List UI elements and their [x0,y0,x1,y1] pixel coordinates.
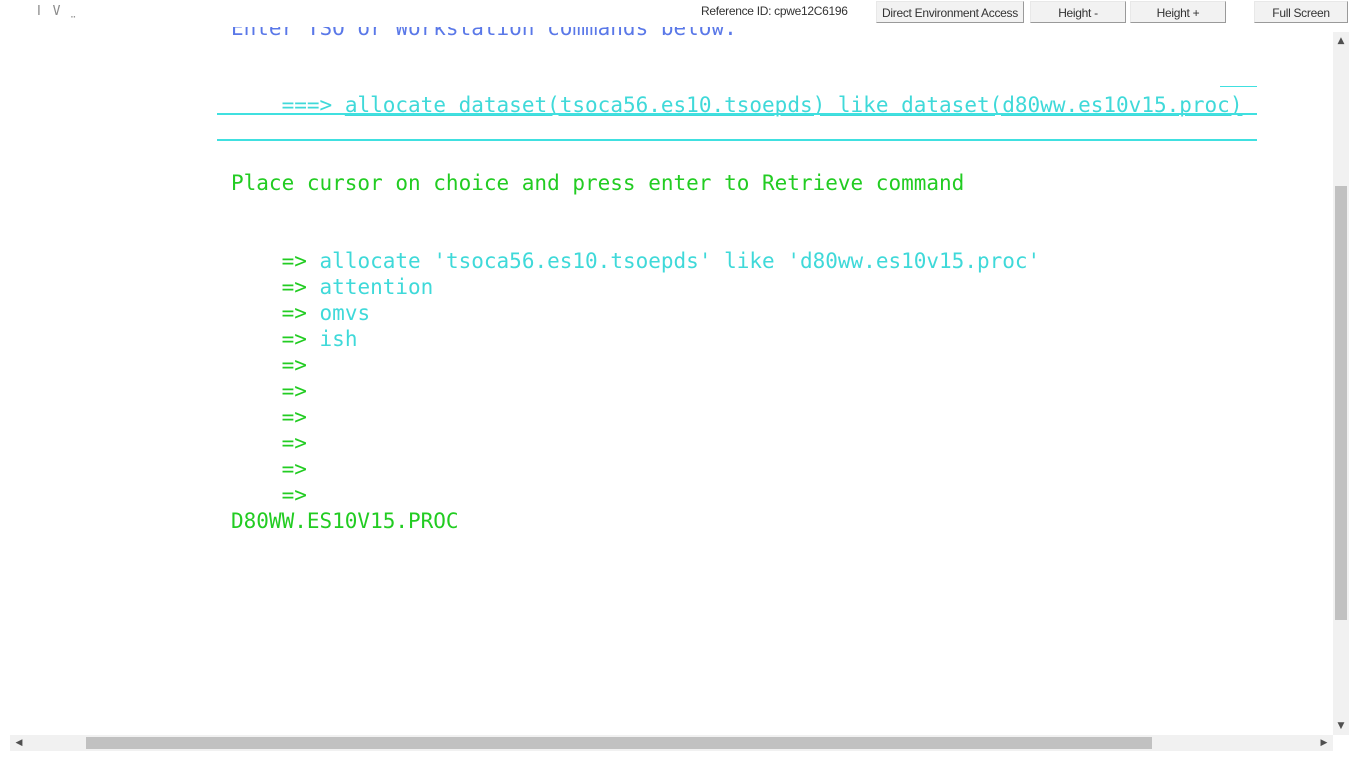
vertical-scrollbar[interactable]: ▲ ▼ [1333,32,1349,735]
history-row[interactable]: => [231,430,320,481]
app-logo: ǀ V ̤ [35,4,71,19]
command-line[interactable]: ===> allocate dataset(tsoca56.es10.tsoep… [231,66,1243,117]
height-decrease-button[interactable]: Height - [1030,1,1126,23]
command-field-underline [1220,86,1257,87]
reference-id-label: Reference ID: cpwe12C6196 [701,4,848,18]
terminal-screen[interactable]: Enter TSO or Workstation commands below:… [10,27,1333,735]
scroll-right-icon[interactable]: ▶ [1317,735,1331,751]
history-row[interactable]: => [231,404,320,455]
history-row[interactable]: => [231,456,320,507]
height-increase-button[interactable]: Height + [1130,1,1226,23]
history-row[interactable]: => allocate 'tsoca56.es10.tsoepds' like … [231,222,1041,273]
scroll-down-icon[interactable]: ▼ [1333,719,1349,733]
full-screen-button[interactable]: Full Screen [1254,1,1348,23]
partial-header-line: Enter TSO or Workstation commands below: [231,27,737,40]
divider-line [217,113,1257,115]
top-toolbar: ǀ V ̤ Reference ID: cpwe12C6196 Direct E… [0,0,1349,27]
scroll-up-icon[interactable]: ▲ [1333,34,1349,48]
vertical-scroll-thumb[interactable] [1335,186,1347,620]
history-row[interactable]: => ish [231,300,358,351]
direct-environment-access-button[interactable]: Direct Environment Access [876,1,1024,23]
history-row[interactable]: => omvs [231,274,371,325]
horizontal-scroll-thumb[interactable] [86,737,1152,749]
horizontal-scrollbar[interactable]: ◀ ▶ [10,735,1333,751]
scroll-left-icon[interactable]: ◀ [12,735,26,751]
history-row[interactable]: => [231,352,320,403]
history-prompt: => [281,483,307,507]
history-command[interactable]: ish [320,327,358,351]
divider-line [217,139,1257,141]
history-row[interactable]: => [231,378,320,429]
instruction-text: Place cursor on choice and press enter t… [231,171,965,195]
history-row[interactable]: => [231,326,320,377]
history-row[interactable]: => attention [231,248,434,299]
dataset-name-text: D80WW.ES10V15.PROC [231,509,459,533]
